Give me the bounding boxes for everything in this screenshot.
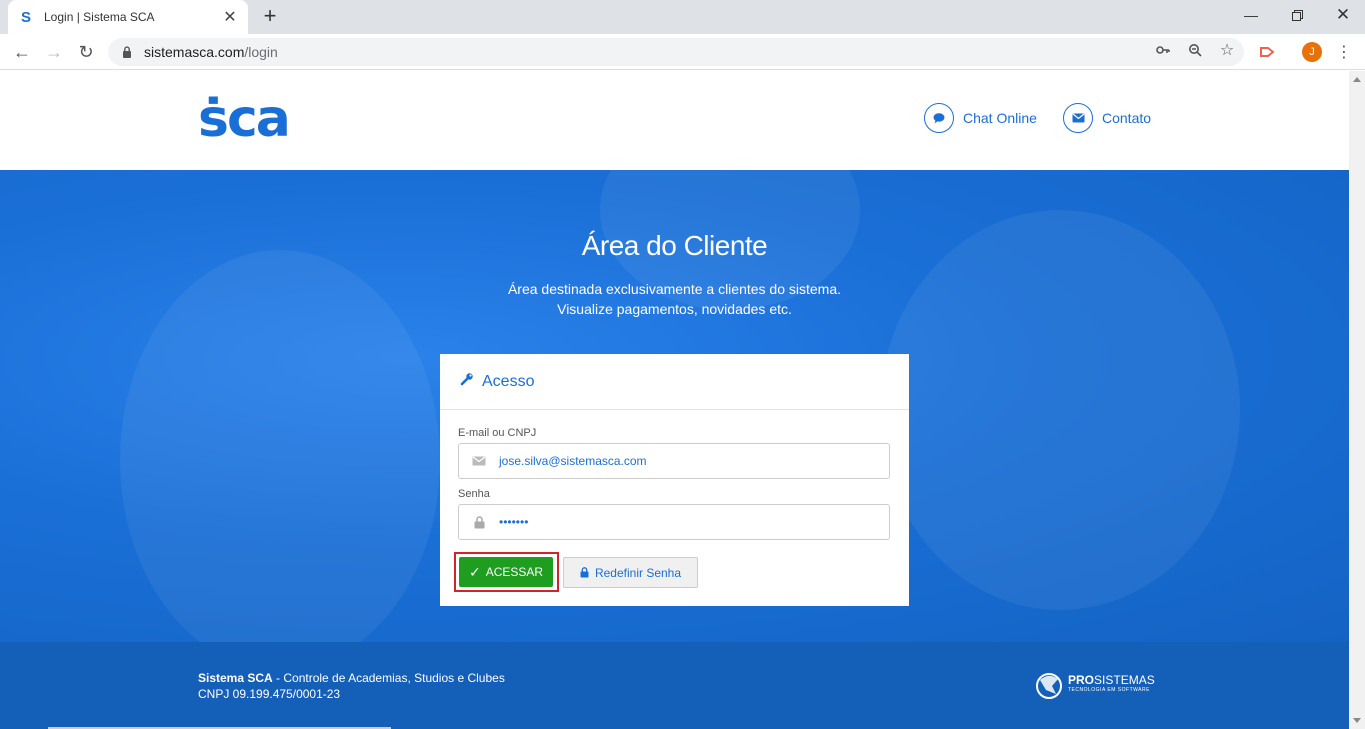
footer-description: Sistema SCA - Controle de Academias, Stu… bbox=[198, 671, 505, 685]
zoom-icon[interactable] bbox=[1186, 41, 1204, 59]
chat-online-link[interactable]: Chat Online bbox=[924, 103, 1037, 133]
password-value: ••••••• bbox=[499, 515, 529, 529]
login-card-title: Acesso bbox=[482, 372, 535, 390]
browser-tab[interactable]: S Login | Sistema SCA ✕ bbox=[8, 0, 248, 34]
minimize-icon[interactable]: — bbox=[1228, 0, 1274, 30]
page: ṡca Chat Online Contato Área do Cliente … bbox=[0, 71, 1349, 729]
login-card: Acesso E-mail ou CNPJ jose.silva@sistema… bbox=[440, 354, 909, 606]
lock-icon bbox=[580, 567, 589, 578]
forward-icon[interactable]: → bbox=[42, 40, 66, 64]
site-header: ṡca Chat Online Contato bbox=[0, 71, 1349, 170]
prosistemas-tagline: TECNOLOGIA EM SOFTWARE bbox=[1068, 687, 1150, 693]
prosistemas-name: PROSISTEMAS bbox=[1068, 674, 1155, 686]
url-text: sistemasca.com/login bbox=[144, 44, 278, 60]
browser-toolbar: ← → ↻ sistemasca.com/login ☆ J ⋮ bbox=[0, 34, 1365, 70]
address-bar[interactable]: sistemasca.com/login bbox=[108, 38, 1244, 66]
acessar-label: ACESSAR bbox=[485, 565, 544, 579]
back-icon[interactable]: ← bbox=[10, 40, 34, 64]
acessar-button[interactable]: ✓ ACESSAR bbox=[459, 557, 553, 587]
new-tab-icon[interactable]: + bbox=[259, 5, 281, 27]
envelope-icon bbox=[459, 456, 499, 466]
hero-subtitle: Área destinada exclusivamente a clientes… bbox=[0, 279, 1349, 319]
hero-subtitle-line2: Visualize pagamentos, novidades etc. bbox=[557, 301, 792, 317]
avatar: J bbox=[1302, 42, 1322, 62]
chat-icon bbox=[924, 103, 954, 133]
check-icon: ✓ bbox=[468, 563, 481, 580]
password-label: Senha bbox=[458, 488, 490, 500]
email-value: jose.silva@sistemasca.com bbox=[499, 454, 647, 468]
scroll-up-icon[interactable] bbox=[1353, 77, 1361, 82]
prosistemas-mark-icon bbox=[1036, 673, 1062, 699]
contato-link[interactable]: Contato bbox=[1063, 103, 1151, 133]
hero-photo-shape bbox=[880, 210, 1240, 610]
tab-title: Login | Sistema SCA bbox=[44, 10, 155, 24]
close-window-icon[interactable]: ✕ bbox=[1320, 0, 1365, 30]
footer-cnpj: CNPJ 09.199.475/0001-23 bbox=[198, 687, 341, 701]
wrench-key-icon bbox=[460, 372, 474, 391]
footer-tagline: - Controle de Academias, Studios e Clube… bbox=[272, 671, 505, 685]
url-host: sistemasca.com bbox=[144, 44, 245, 60]
page-scrollbar[interactable] bbox=[1349, 71, 1365, 729]
contato-label: Contato bbox=[1102, 110, 1152, 126]
prosistemas-logo[interactable]: PROSISTEMAS TECNOLOGIA EM SOFTWARE bbox=[1034, 670, 1155, 700]
scroll-down-icon[interactable] bbox=[1353, 718, 1361, 723]
favicon-icon: S bbox=[20, 8, 31, 26]
page-title: Área do Cliente bbox=[581, 230, 768, 261]
chat-online-label: Chat Online bbox=[963, 110, 1037, 126]
key-icon[interactable] bbox=[1154, 41, 1172, 59]
envelope-icon bbox=[1063, 103, 1093, 133]
email-label: E-mail ou CNPJ bbox=[458, 427, 537, 439]
login-card-header: Acesso bbox=[440, 354, 909, 410]
extension-icon[interactable] bbox=[1256, 41, 1278, 63]
lock-icon bbox=[120, 45, 134, 59]
browser-tab-bar: S Login | Sistema SCA ✕ + — ✕ bbox=[0, 0, 1365, 34]
reload-icon[interactable]: ↻ bbox=[74, 40, 98, 64]
bookmark-star-icon[interactable]: ☆ bbox=[1218, 41, 1236, 59]
hero-section: Área do Cliente Área destinada exclusiva… bbox=[0, 170, 1349, 642]
hero-subtitle-line1: Área destinada exclusivamente a clientes… bbox=[507, 281, 842, 297]
profile-avatar[interactable]: J bbox=[1301, 41, 1323, 63]
site-footer: Sistema SCA - Controle de Academias, Stu… bbox=[0, 642, 1349, 729]
redefinir-senha-button[interactable]: Redefinir Senha bbox=[563, 557, 698, 588]
restore-icon[interactable] bbox=[1274, 0, 1320, 30]
url-path: /login bbox=[244, 44, 278, 60]
redefinir-senha-label: Redefinir Senha bbox=[594, 565, 682, 580]
tab-close-icon[interactable]: ✕ bbox=[222, 7, 238, 27]
email-field[interactable]: jose.silva@sistemasca.com bbox=[458, 443, 890, 479]
footer-brand: Sistema SCA bbox=[198, 671, 273, 685]
sca-logo[interactable]: ṡca bbox=[198, 91, 291, 147]
password-field[interactable]: ••••••• bbox=[458, 504, 890, 540]
menu-kebab-icon[interactable]: ⋮ bbox=[1333, 41, 1355, 63]
lock-icon bbox=[459, 515, 499, 529]
